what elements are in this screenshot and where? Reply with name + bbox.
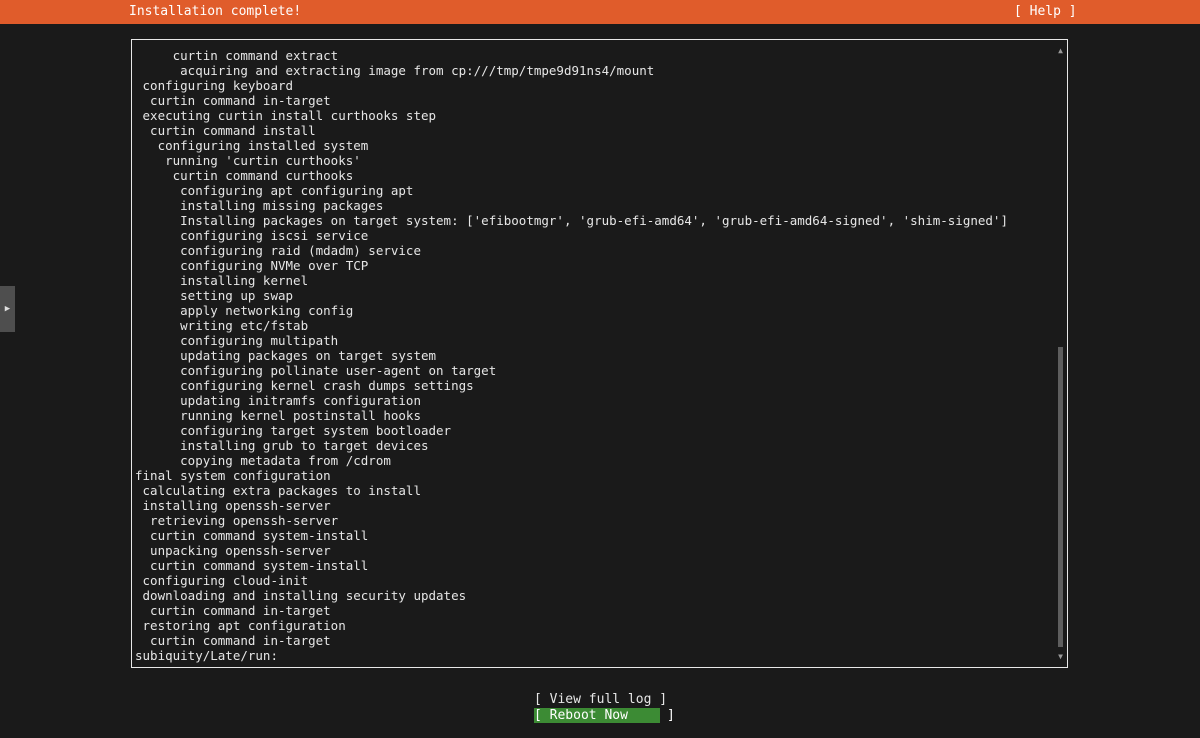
log-line: restoring apt configuration	[135, 618, 346, 633]
log-line: installing grub to target devices	[135, 438, 429, 453]
log-line: configuring pollinate user-agent on targ…	[135, 363, 497, 378]
install-log-lines: curtin command extract acquiring and ext…	[135, 48, 1047, 663]
view-full-log-button[interactable]: [ View full log ]	[534, 692, 667, 707]
log-line: Installing packages on target system: ['…	[135, 213, 1008, 228]
log-line: downloading and installing security upda…	[135, 588, 467, 603]
scroll-up-arrow-icon[interactable]: ▲	[1055, 46, 1066, 56]
log-line: writing etc/fstab	[135, 318, 309, 333]
log-line: final system configuration	[135, 468, 331, 483]
log-line: curtin command in-target	[135, 93, 331, 108]
log-line: curtin command system-install	[135, 528, 369, 543]
reboot-now-button[interactable]: [ Reboot Now ]	[534, 708, 675, 723]
log-line: updating packages on target system	[135, 348, 437, 363]
log-line: acquiring and extracting image from cp:/…	[135, 63, 655, 78]
scrollbar-thumb[interactable]	[1058, 347, 1063, 647]
log-line: configuring iscsi service	[135, 228, 369, 243]
log-line: curtin command in-target	[135, 633, 331, 648]
log-line: curtin command extract	[135, 48, 339, 63]
log-line: configuring keyboard	[135, 78, 294, 93]
log-line: configuring cloud-init	[135, 573, 309, 588]
log-line: installing openssh-server	[135, 498, 331, 513]
log-line: retrieving openssh-server	[135, 513, 339, 528]
side-panel-toggle[interactable]: ▶	[0, 286, 15, 332]
scroll-down-arrow-icon[interactable]: ▼	[1055, 652, 1066, 662]
log-line: configuring kernel crash dumps settings	[135, 378, 474, 393]
log-scrollbar[interactable]: ▲ ▼	[1055, 46, 1066, 662]
log-line: running kernel postinstall hooks	[135, 408, 421, 423]
log-line: curtin command curthooks	[135, 168, 354, 183]
title-bar: Installation complete! [ Help ]	[0, 0, 1200, 24]
page-title: Installation complete!	[129, 4, 302, 19]
log-line: running 'curtin curthooks'	[135, 153, 361, 168]
help-button[interactable]: [ Help ]	[1014, 0, 1077, 24]
log-line: calculating extra packages to install	[135, 483, 421, 498]
log-line: executing curtin install curthooks step	[135, 108, 437, 123]
expand-right-triangle-icon: ▶	[4, 304, 11, 314]
log-line: curtin command system-install	[135, 558, 369, 573]
log-line: configuring target system bootloader	[135, 423, 452, 438]
log-line: setting up swap	[135, 288, 294, 303]
log-line: apply networking config	[135, 303, 354, 318]
log-line: copying metadata from /cdrom	[135, 453, 391, 468]
log-line: unpacking openssh-server	[135, 543, 331, 558]
log-line: configuring apt configuring apt	[135, 183, 414, 198]
log-line: configuring NVMe over TCP	[135, 258, 369, 273]
log-line: updating initramfs configuration	[135, 393, 421, 408]
log-line: installing kernel	[135, 273, 309, 288]
log-line: configuring raid (mdadm) service	[135, 243, 421, 258]
install-log-panel[interactable]: curtin command extract acquiring and ext…	[131, 39, 1068, 668]
log-line: curtin command install	[135, 123, 316, 138]
log-line: curtin command in-target	[135, 603, 331, 618]
log-line: installing missing packages	[135, 198, 384, 213]
log-line: subiquity/Late/run:	[135, 648, 278, 663]
log-line: configuring installed system	[135, 138, 369, 153]
log-line: configuring multipath	[135, 333, 339, 348]
